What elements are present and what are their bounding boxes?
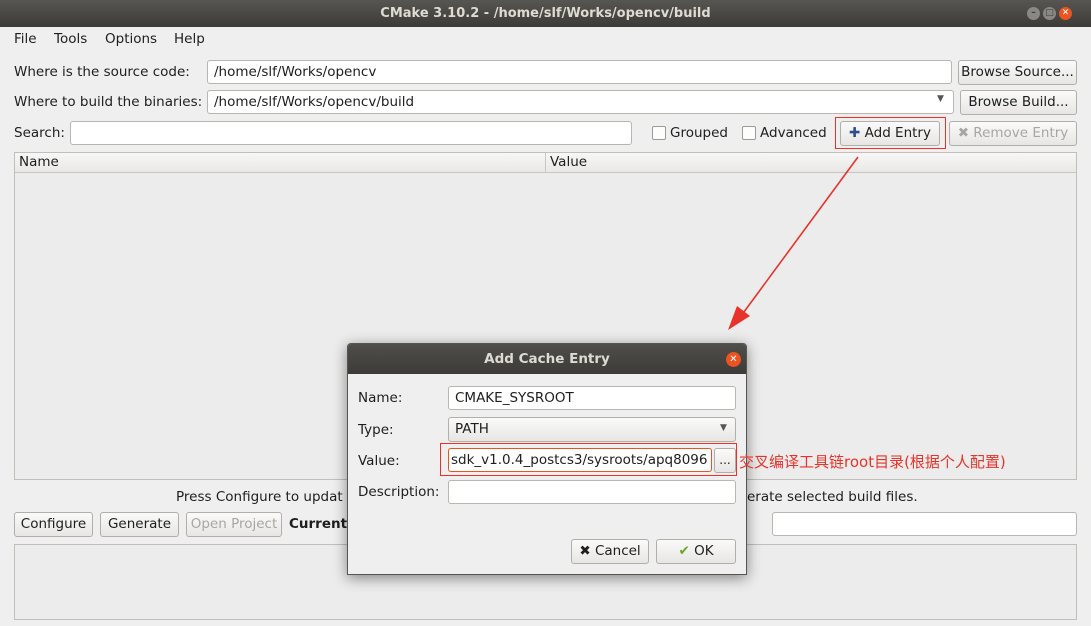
name-label: Name:	[358, 390, 403, 406]
dialog-close-icon[interactable]: ✕	[726, 352, 741, 367]
annotation-text: 交叉编译工具链root目录(根据个人配置)	[739, 453, 1006, 471]
cancel-button[interactable]: ✖ Cancel	[571, 539, 649, 564]
type-value: PATH	[455, 421, 489, 437]
check-icon: ✔	[678, 543, 690, 559]
cancel-label: Cancel	[594, 543, 641, 559]
dialog-title-bar: Add Cache Entry	[348, 344, 746, 374]
ok-button[interactable]: ✔ OK	[656, 539, 736, 564]
type-label: Type:	[358, 422, 394, 438]
name-input[interactable]: CMAKE_SYSROOT	[448, 386, 736, 410]
type-combobox[interactable]: PATH	[448, 417, 736, 442]
ok-label: OK	[694, 543, 714, 559]
description-input[interactable]	[448, 480, 736, 504]
description-label: Description:	[358, 484, 440, 500]
dialog-title: Add Cache Entry	[484, 351, 610, 367]
cancel-x-icon: ✖	[579, 543, 591, 559]
value-label: Value:	[358, 453, 400, 469]
value-highlight	[440, 443, 737, 476]
type-chevron-down-icon[interactable]: ▼	[720, 423, 727, 433]
